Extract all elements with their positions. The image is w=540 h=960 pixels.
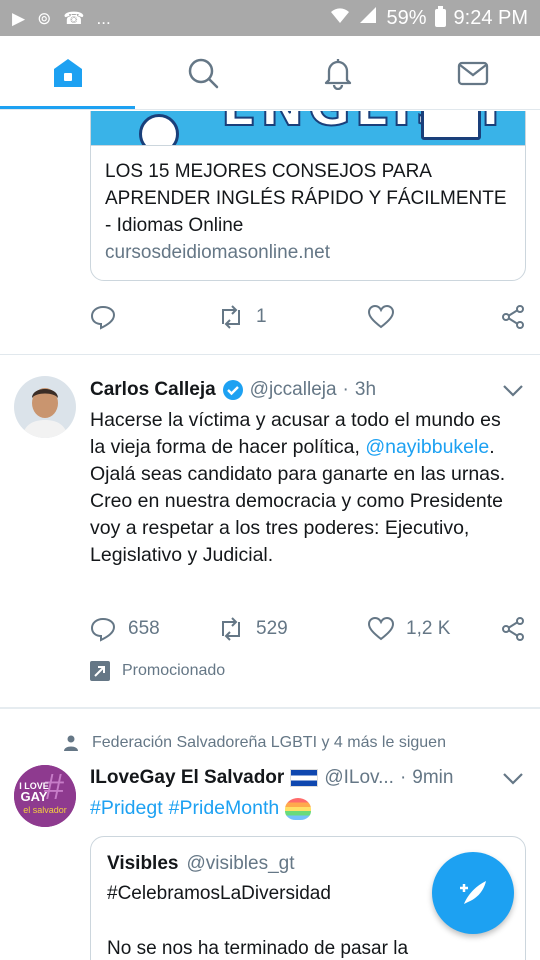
retweet-icon [222,305,240,329]
share-icon [502,617,524,641]
tab-home[interactable] [0,36,135,109]
like-count: 1,2 K [406,618,451,639]
social-context[interactable]: Federación Salvadoreña LGBTI y 4 más le … [64,734,446,752]
bell-icon [324,58,351,90]
promoted-icon [90,661,110,681]
tweet-text: #Pridegt #PrideMonth [90,795,520,822]
voicemail-icon: ⊚ [37,8,52,28]
wifi-icon [330,6,350,30]
share-button[interactable] [500,616,526,642]
laptop-icon [421,111,481,140]
quoted-author-handle: @visibles_gt [186,853,295,874]
tab-search[interactable] [135,36,270,109]
retweet-button[interactable]: 1 [218,304,368,330]
promoted-label[interactable]: Promocionado [90,661,225,681]
tab-notifications[interactable] [270,36,405,109]
link-card-domain: cursosdeidiomasonline.net [105,242,330,263]
divider [0,707,540,709]
separator-dot: · [342,379,349,400]
heart-icon [368,616,394,641]
retweet-icon [222,617,240,641]
el-salvador-flag-icon [290,769,319,787]
reply-icon [90,617,116,642]
avatar[interactable] [14,376,76,438]
timestamp: 9min [412,767,454,788]
like-button[interactable] [368,304,406,330]
like-button[interactable]: 1,2 K [368,616,450,642]
share-button[interactable] [500,304,526,330]
divider [0,354,540,355]
person-icon [64,735,78,751]
retweet-count: 1 [256,306,267,327]
compose-tweet-button[interactable] [432,852,514,934]
search-icon [188,58,218,88]
mention-link[interactable]: @nayibbukele [365,436,489,458]
battery-icon [434,6,446,27]
separator-dot: · [399,767,407,788]
hashtag-link[interactable]: #PrideMonth [169,795,280,822]
tab-messages[interactable] [405,36,540,109]
status-bar: ▶ ⊚ ☎ ... 59% 9:24 PM [0,0,540,36]
timestamp: 3h [354,379,377,400]
link-card-title: LOS 15 MEJORES CONSEJOS PARA APRENDER IN… [105,161,507,236]
retweet-count: 529 [256,618,288,639]
tweet-text: Hacerse la víctima y acusar a todo el mu… [90,407,520,569]
missed-call-icon: ☎ [63,8,85,28]
avatar[interactable]: # I LOVE GAY el salvador [14,765,76,827]
author-name[interactable]: Carlos Calleja [90,379,216,401]
tweet-actions: 1 [90,304,526,330]
reply-button[interactable] [90,304,218,330]
social-context-text: Federación Salvadoreña LGBTI y 4 más le … [92,734,446,751]
hashtag-link[interactable]: #Pridegt [90,795,163,822]
author-name[interactable]: ILoveGay El Salvador [90,767,284,789]
chevron-down-icon[interactable] [500,377,526,403]
rainbow-heart-icon [285,797,312,820]
quoted-author-name: Visibles [107,853,179,874]
timeline[interactable]: ENGLISH LOS 15 MEJORES CONSEJOS PARA APR… [0,111,540,960]
tweet-actions: 658 529 1,2 K [90,616,526,642]
globe-icon [139,114,179,145]
verified-icon [222,380,243,400]
battery-level: 59% [386,6,427,29]
reply-count: 658 [128,618,160,639]
reply-icon [90,305,116,330]
reply-button[interactable]: 658 [90,616,218,642]
share-icon [502,305,524,329]
play-icon: ▶ [12,8,26,28]
avatar-text-2: GAY [21,789,48,804]
compose-feather-icon [460,881,486,904]
more-notifications: ... [96,8,111,28]
quoted-text-line: No se nos ha terminado de pasar la [107,938,409,959]
home-icon [53,58,82,87]
author-handle[interactable]: @ILov... [324,767,394,789]
chevron-down-icon[interactable] [500,765,526,791]
heart-icon [368,304,394,329]
tweet-header: ILoveGay El Salvador @ILov... · 9min [90,765,526,791]
promoted-text: Promocionado [122,662,226,679]
clock: 9:24 PM [453,6,528,29]
mail-icon [457,61,488,85]
retweet-button[interactable]: 529 [218,616,368,642]
top-navigation [0,36,540,110]
tweet-header: Carlos Calleja @jccalleja · 3h [90,377,526,403]
link-card[interactable]: ENGLISH LOS 15 MEJORES CONSEJOS PARA APR… [90,111,526,281]
avatar-text-3: el salvador [23,805,67,815]
author-handle[interactable]: @jccalleja [250,379,337,401]
link-card-image: ENGLISH [91,111,525,145]
signal-icon [358,6,378,30]
